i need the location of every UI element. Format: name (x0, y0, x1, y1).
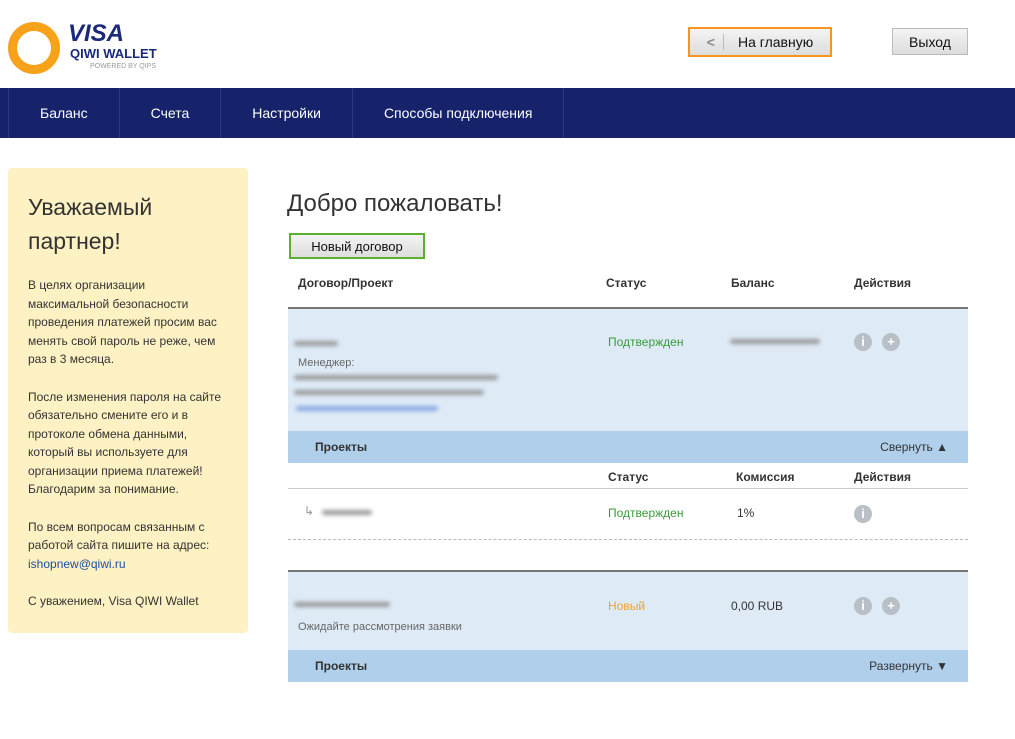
col-status: Статус (606, 276, 647, 290)
home-button[interactable]: < На главную (688, 27, 832, 57)
contract-row: Менеджер: Подтвержден i + (288, 307, 968, 431)
new-contract-button[interactable]: Новый договор (289, 233, 425, 259)
page-title: Добро пожаловать! (287, 190, 503, 217)
nav-balance[interactable]: Баланс (8, 88, 119, 138)
info-icon[interactable]: i (854, 597, 872, 615)
main-nav: Баланс Счета Настройки Способы подключен… (0, 88, 1015, 138)
col-actions: Действия (854, 276, 912, 290)
status-badge: Новый (608, 599, 646, 613)
partner-notice: Уважаемый партнер! В целях организации м… (8, 168, 248, 633)
logo-brand: VISA (68, 20, 125, 47)
notice-text: После изменения пароля на сайте обязател… (28, 389, 222, 497)
projects-bar[interactable]: Проекты Свернуть ▲ (288, 431, 968, 463)
redacted-name (294, 341, 338, 346)
home-button-label: На главную (737, 34, 814, 50)
pending-note: Ожидайте рассмотрения заявки (298, 621, 462, 633)
status-badge: Подтвержден (608, 506, 684, 520)
manager-label: Менеджер: (298, 357, 355, 369)
notice-title: Уважаемый партнер! (28, 194, 153, 254)
back-arrow-icon: < (707, 34, 724, 50)
project-row: ↳ Подтвержден 1% i (288, 489, 968, 540)
redacted-manager (294, 375, 498, 380)
projects-label: Проекты (315, 659, 368, 673)
status-badge: Подтвержден (608, 335, 684, 349)
logo-product: QIWI WALLET (70, 46, 157, 61)
balance-value: 0,00 RUB (731, 599, 784, 613)
redacted-link[interactable] (296, 406, 438, 411)
add-icon[interactable]: + (882, 597, 900, 615)
qiwi-logo-icon (8, 22, 60, 74)
notice-text: По всем вопросам связанным с работой сай… (28, 519, 210, 553)
email-link[interactable]: ishopnew@qiwi.ru (28, 557, 126, 571)
col-status: Статус (608, 470, 649, 484)
redacted-balance (730, 339, 820, 344)
expand-toggle[interactable]: Развернуть ▼ (869, 650, 948, 682)
contract-row: Ожидайте рассмотрения заявки Новый 0,00 … (288, 570, 968, 650)
notice-signature: С уважением, Visa QIWI Wallet (28, 594, 199, 608)
info-icon[interactable]: i (854, 505, 872, 523)
nav-settings[interactable]: Настройки (220, 88, 352, 138)
nav-connection[interactable]: Способы подключения (351, 88, 565, 138)
add-icon[interactable]: + (882, 333, 900, 351)
col-balance: Баланс (731, 276, 775, 290)
notice-text: В целях организации максимальной безопас… (28, 278, 217, 366)
logo-tagline: POWERED BY QIPS (90, 63, 156, 70)
info-icon[interactable]: i (854, 333, 872, 351)
redacted-manager (294, 390, 484, 395)
sub-arrow-icon: ↳ (304, 504, 315, 518)
collapse-toggle[interactable]: Свернуть ▲ (880, 431, 948, 463)
col-contract: Договор/Проект (298, 276, 394, 290)
nav-accounts[interactable]: Счета (118, 88, 221, 138)
logo[interactable]: VISA QIWI WALLET POWERED BY QIPS (8, 18, 168, 78)
projects-bar[interactable]: Проекты Развернуть ▼ (288, 650, 968, 682)
redacted-name (294, 602, 390, 607)
col-commission: Комиссия (736, 470, 795, 484)
exit-button[interactable]: Выход (892, 28, 968, 55)
col-actions: Действия (854, 470, 912, 484)
projects-header: Статус Комиссия Действия (288, 463, 968, 489)
redacted-project (322, 510, 372, 515)
commission-value: 1% (737, 506, 755, 520)
projects-label: Проекты (315, 440, 368, 454)
